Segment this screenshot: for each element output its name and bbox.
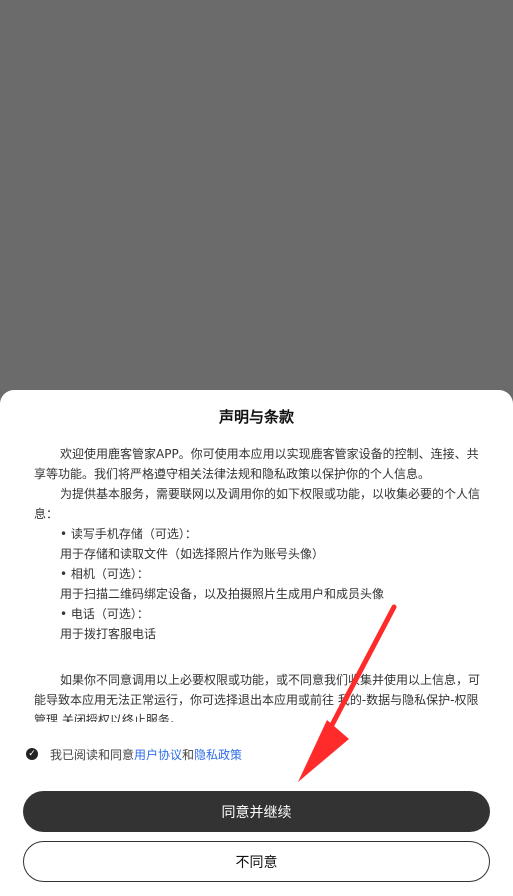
privacy-policy-link[interactable]: 隐私政策 [194,746,242,763]
permissions-intro-paragraph: 为提供基本服务，需要联网以及调用你的如下权限或功能，以收集必要的个人信息： [34,487,481,521]
terms-dialog: 声明与条款 欢迎使用鹿客管家APP。你可使用本应用以实现鹿客管家设备的控制、连接… [0,390,513,896]
terms-content[interactable]: 欢迎使用鹿客管家APP。你可使用本应用以实现鹿客管家设备的控制、连接、共享等功能… [0,444,513,722]
permission-phone-desc: 用于拨打客服电话 [60,627,157,641]
intro-paragraph: 欢迎使用鹿客管家APP。你可使用本应用以实现鹿客管家设备的控制、连接、共享等功能… [34,447,479,481]
agree-continue-button[interactable]: 同意并继续 [23,791,490,832]
permission-storage-desc: 用于存储和读取文件（如选择照片作为账号头像） [60,547,325,561]
user-agreement-link[interactable]: 用户协议 [134,746,182,763]
permission-phone-title: • 电话（可选）： [60,607,149,621]
dialog-title: 声明与条款 [218,408,294,426]
consent-row[interactable]: ✓ 我已阅读和同意 用户协议 和 隐私政策 [26,744,242,764]
disagree-paragraph: 如果你不同意调用以上必要权限或功能，或不同意我们收集并使用以上信息，可能导致本应… [34,673,481,722]
consent-and: 和 [182,747,195,762]
consent-prefix: 我已阅读和同意 [50,747,135,762]
checkbox-checked-icon[interactable]: ✓ [26,748,38,760]
disagree-button[interactable]: 不同意 [23,841,490,882]
permission-camera-desc: 用于扫描二维码绑定设备，以及拍摄照片生成用户和成员头像 [60,587,385,601]
permission-camera-title: • 相机（可选）： [60,567,149,581]
permission-storage-title: • 读写手机存储（可选）： [60,527,197,541]
